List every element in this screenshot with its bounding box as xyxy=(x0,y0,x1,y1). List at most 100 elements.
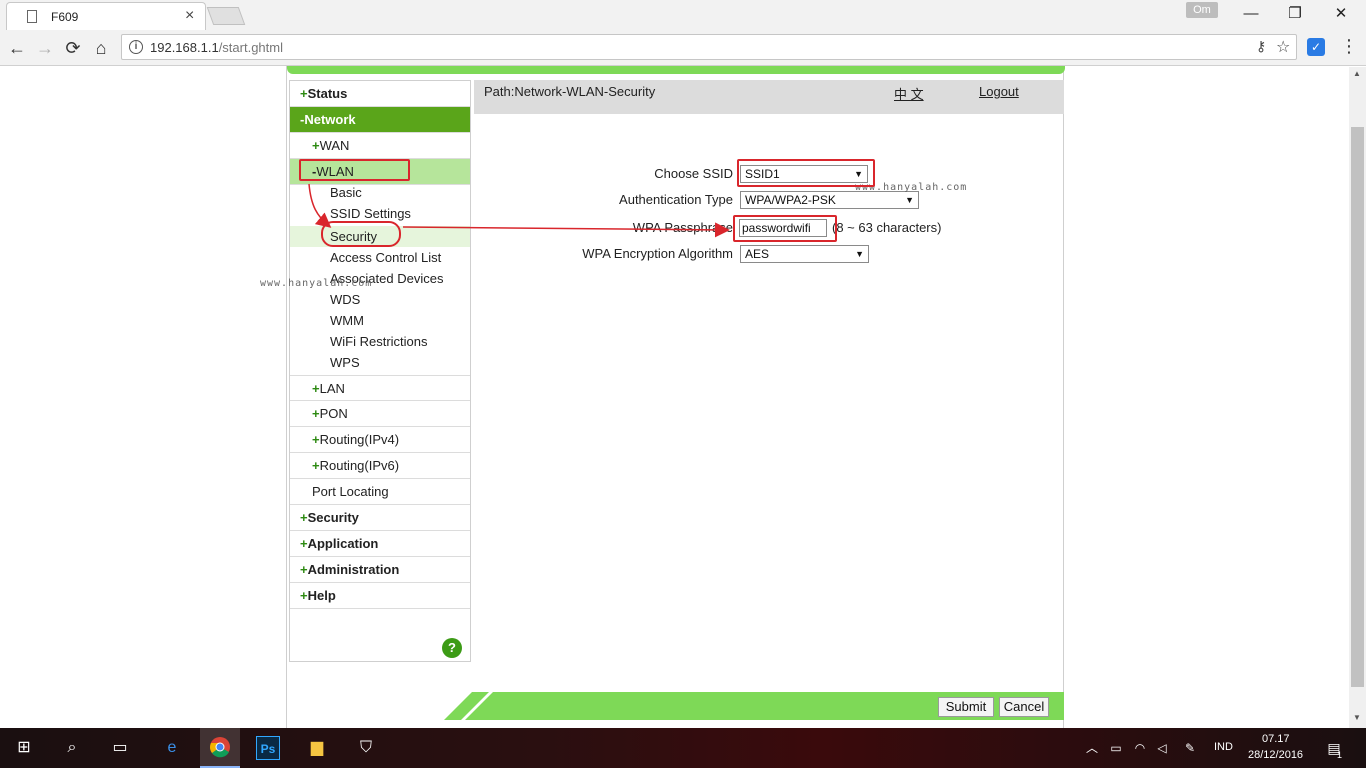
logout-link[interactable]: Logout xyxy=(979,84,1019,99)
scroll-up-icon[interactable]: ▲ xyxy=(1353,69,1361,78)
menu-wlan-ssid-settings[interactable]: SSID Settings xyxy=(290,203,470,224)
passphrase-hint: (8 ~ 63 characters) xyxy=(832,220,942,235)
address-bar[interactable]: i 192.168.1.1/start.ghtml ⚷ ☆ xyxy=(121,34,1297,60)
restore-button[interactable]: ❐ xyxy=(1280,4,1310,24)
help-icon[interactable]: ? xyxy=(442,638,462,658)
expand-icon: + xyxy=(300,86,308,101)
menu-status[interactable]: +Status xyxy=(290,81,470,107)
profile-badge[interactable]: Om xyxy=(1186,2,1218,18)
menu-wlan-basic[interactable]: Basic xyxy=(290,182,470,203)
browser-tab-bar: F609 × Om — ❐ ✕ xyxy=(0,0,1366,30)
volume-icon[interactable]: ◁ xyxy=(1150,736,1174,760)
menu-port-locating[interactable]: Port Locating xyxy=(290,479,470,505)
task-view-icon[interactable]: ▭ xyxy=(108,736,132,760)
menu-wlan-wps[interactable]: WPS xyxy=(290,352,470,373)
home-icon[interactable]: ⌂ xyxy=(90,37,112,59)
menu-pon[interactable]: +PON xyxy=(290,401,470,427)
browser-tab[interactable]: F609 × xyxy=(6,2,206,30)
menu-routing-ipv6[interactable]: +Routing(IPv6) xyxy=(290,453,470,479)
info-icon[interactable]: i xyxy=(129,40,143,54)
menu-wlan-label: WLAN xyxy=(316,164,354,179)
clock-time[interactable]: 07.17 xyxy=(1262,733,1290,745)
wifi-icon[interactable]: ◠ xyxy=(1128,736,1152,760)
menu-pon-label: PON xyxy=(319,406,348,421)
chevron-up-icon[interactable]: ︿ xyxy=(1080,736,1104,760)
pen-icon[interactable]: ✎ xyxy=(1178,736,1202,760)
encryption-label: WPA Encryption Algorithm xyxy=(582,246,733,261)
expand-icon: + xyxy=(312,458,320,473)
encryption-select[interactable]: AES ▼ xyxy=(740,245,869,263)
menu-wlan-wds[interactable]: WDS xyxy=(290,289,470,310)
menu-administration[interactable]: +Administration xyxy=(290,557,470,583)
photoshop-icon[interactable]: Ps xyxy=(256,736,280,760)
submit-button[interactable]: Submit xyxy=(938,697,994,717)
language-indicator[interactable]: IND xyxy=(1214,741,1233,753)
page-scrollbar[interactable]: ▲ ▼ xyxy=(1349,67,1366,728)
encryption-value: AES xyxy=(745,247,770,261)
menu-wlan-wifi-restrictions[interactable]: WiFi Restrictions xyxy=(290,331,470,352)
url-path: /start.ghtml xyxy=(218,40,283,55)
tab-close-icon[interactable]: × xyxy=(185,7,194,25)
extension-icon[interactable]: ✓ xyxy=(1307,38,1325,56)
auth-type-select[interactable]: WPA/WPA2-PSK ▼ xyxy=(740,191,919,209)
top-green-bar xyxy=(287,66,1065,74)
menu-help[interactable]: +Help xyxy=(290,583,470,609)
menu-icon[interactable]: ⋮ xyxy=(1340,36,1358,57)
key-icon[interactable]: ⚷ xyxy=(1256,38,1266,55)
cancel-button[interactable]: Cancel xyxy=(999,697,1049,717)
star-icon[interactable]: ☆ xyxy=(1276,37,1290,57)
minimize-button[interactable]: — xyxy=(1236,4,1266,24)
tab-title: F609 xyxy=(51,10,79,24)
chrome-icon[interactable] xyxy=(208,736,232,760)
menu-routing-ipv4-label: Routing(IPv4) xyxy=(319,432,400,447)
expand-icon: + xyxy=(312,406,320,421)
search-icon[interactable]: ⌕ xyxy=(60,736,84,760)
edge-icon[interactable]: e xyxy=(160,736,184,760)
menu-wlan-wmm[interactable]: WMM xyxy=(290,310,470,331)
menu-lan[interactable]: +LAN xyxy=(290,375,470,401)
menu-status-label: Status xyxy=(307,86,348,101)
menu-wan-label: WAN xyxy=(319,138,350,153)
new-tab-button[interactable] xyxy=(206,7,246,25)
dropdown-arrow-icon: ▼ xyxy=(854,169,863,179)
sidebar: +Status -Network +WAN -WLAN Basic SSID S… xyxy=(289,80,471,662)
menu-wan[interactable]: +WAN xyxy=(290,133,470,159)
notification-icon[interactable]: ▤ xyxy=(1322,736,1346,760)
menu-security-label: Security xyxy=(307,510,359,525)
scroll-thumb[interactable] xyxy=(1351,127,1364,687)
menu-routing-ipv4[interactable]: +Routing(IPv4) xyxy=(290,427,470,453)
windows-start-icon[interactable]: ⊞ xyxy=(12,736,36,760)
language-link[interactable]: 中 文 xyxy=(894,84,924,103)
auth-type-value: WPA/WPA2-PSK xyxy=(745,193,836,207)
menu-network-label: Network xyxy=(304,112,356,127)
chrome-logo xyxy=(210,737,230,758)
passphrase-input[interactable]: passwordwifi xyxy=(739,219,827,237)
menu-lan-label: LAN xyxy=(319,381,345,396)
file-explorer-icon[interactable]: ▆ xyxy=(305,736,329,760)
breadcrumb: Path:Network-WLAN-Security xyxy=(484,84,656,99)
menu-routing-ipv6-label: Routing(IPv6) xyxy=(319,458,400,473)
menu-wlan-security[interactable]: Security xyxy=(290,226,470,247)
menu-wlan-access-control-list[interactable]: Access Control List xyxy=(290,247,470,268)
auth-type-label: Authentication Type xyxy=(619,192,733,207)
path-header: Path:Network-WLAN-Security 中 文 Logout xyxy=(474,80,1064,114)
forward-icon[interactable]: → xyxy=(34,37,56,59)
reload-icon[interactable]: ⟳ xyxy=(62,37,84,59)
watermark-text-left: www.hanyalah.com xyxy=(260,278,373,289)
menu-administration-label: Administration xyxy=(307,562,400,577)
back-icon[interactable]: ← xyxy=(6,37,28,59)
close-window-button[interactable]: ✕ xyxy=(1326,4,1356,24)
watermark-text: www.hanyalah.com xyxy=(855,182,968,193)
menu-security[interactable]: +Security xyxy=(290,505,470,531)
menu-application[interactable]: +Application xyxy=(290,531,470,557)
ssid-select[interactable]: SSID1 ▼ xyxy=(740,165,868,183)
url-text[interactable]: 192.168.1.1/start.ghtml xyxy=(150,40,283,55)
expand-icon: + xyxy=(300,588,308,603)
clock-date[interactable]: 28/12/2016 xyxy=(1248,749,1303,761)
scroll-down-icon[interactable]: ▼ xyxy=(1353,713,1361,722)
battery-icon[interactable]: ▭ xyxy=(1104,736,1128,760)
menu-network[interactable]: -Network xyxy=(290,107,470,133)
expand-icon: + xyxy=(300,510,308,525)
ssid-label: Choose SSID xyxy=(654,166,733,181)
store-icon[interactable]: ⛉ xyxy=(354,736,378,760)
